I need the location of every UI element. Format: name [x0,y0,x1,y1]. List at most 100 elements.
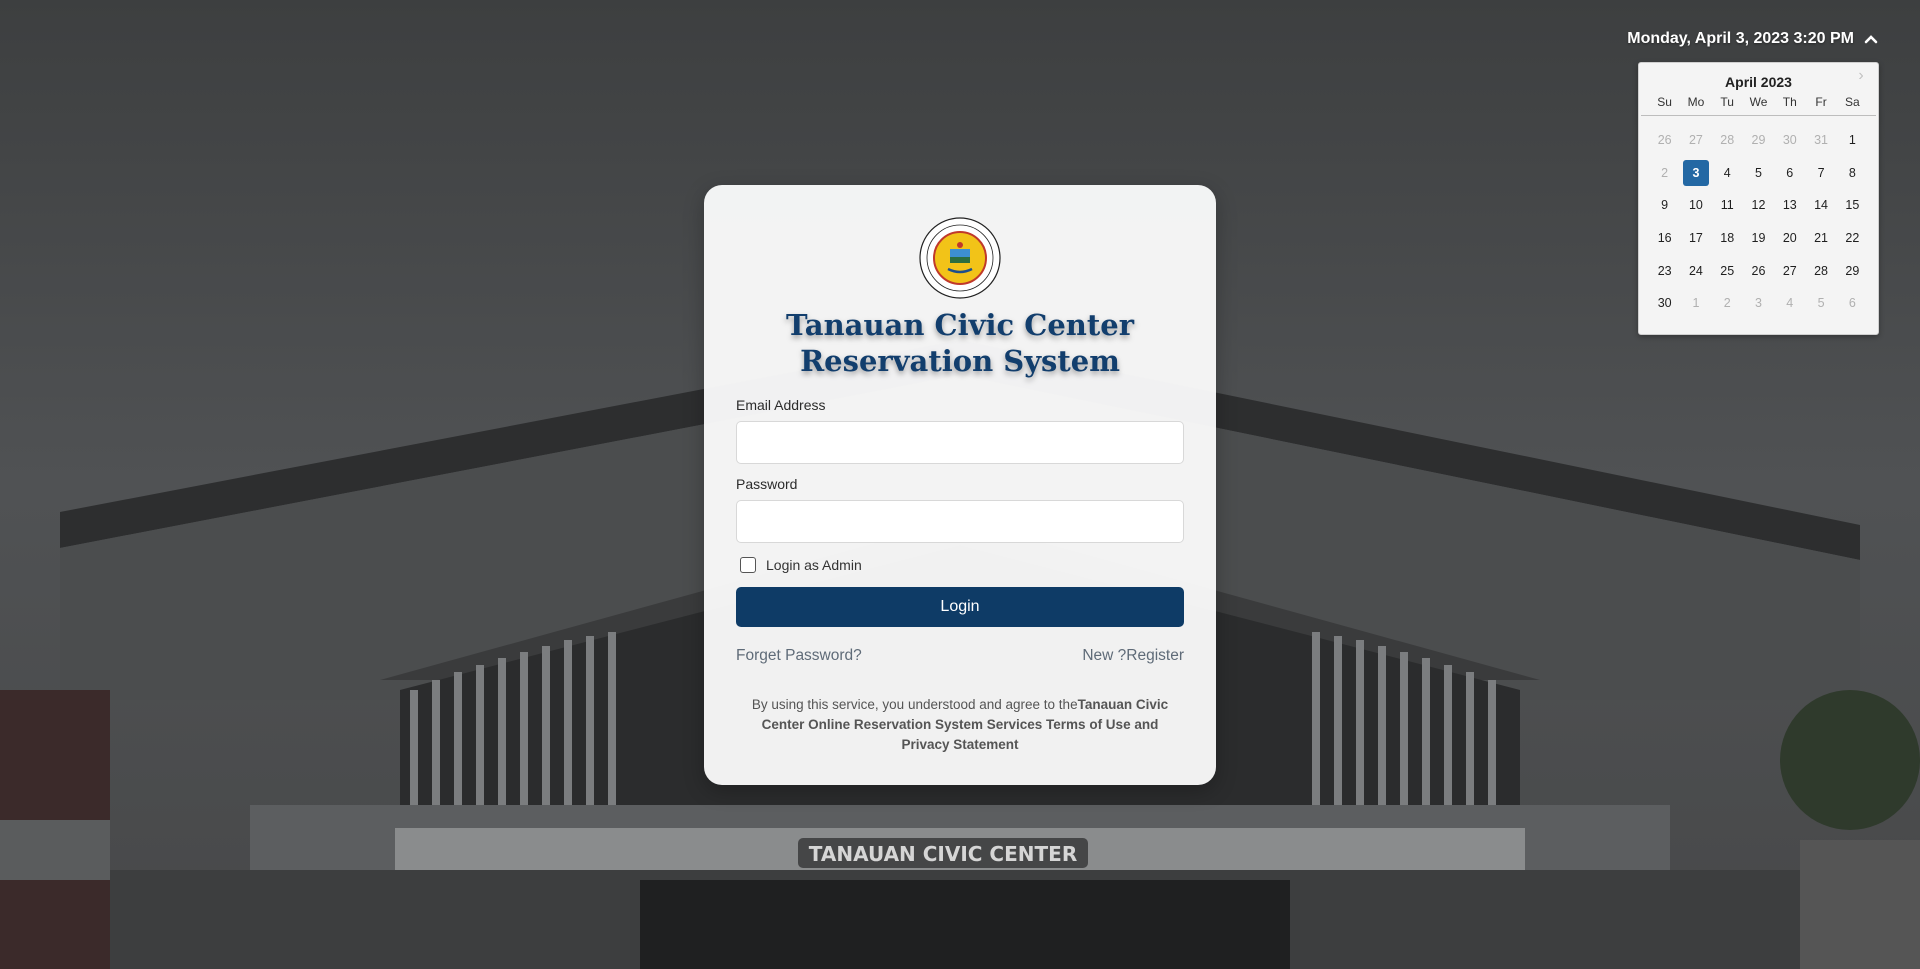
calendar-day[interactable]: 27 [1774,254,1805,287]
calendar-day[interactable]: 4 [1712,157,1743,190]
calendar-day-number: 24 [1688,263,1703,278]
calendar-day[interactable]: 22 [1837,222,1868,255]
login-button[interactable]: Login [736,587,1184,627]
calendar-day[interactable]: 23 [1649,254,1680,287]
calendar-grid: 26 27 28 29 30 31 1 2 3 4 5 6 7 8 9 10 11 12 13 14 15 16 17 18 1… [1639,116,1878,320]
chevron-right-icon[interactable]: › [1854,68,1868,84]
calendar-day-number: 26 [1751,263,1766,278]
calendar-day-number: 2 [1661,165,1669,180]
calendar-day-number: 1 [1848,133,1856,148]
calendar-day-number: 20 [1782,231,1797,246]
calendar-day[interactable]: 13 [1774,189,1805,222]
calendar-day[interactable]: 20 [1774,222,1805,255]
calendar-day-number: 31 [1814,133,1829,148]
calendar-popup: April 2023 › Su Mo Tu We Th Fr Sa 26 27 28 29 30 31… [1638,62,1879,335]
calendar-day-number: 9 [1661,198,1669,213]
calendar-day[interactable]: 19 [1743,222,1774,255]
password-label: Password [736,476,798,492]
calendar-day-number: 5 [1755,165,1762,180]
datetime-toggle[interactable]: Monday, April 3, 2023 3:20 PM [1627,30,1878,48]
weekday-label: Sa [1845,95,1860,109]
title-line-1: Tanauan Civic Center [786,308,1134,342]
calendar-day-number: 30 [1657,296,1672,311]
calendar-day-number: 27 [1688,133,1703,148]
calendar-day[interactable]: 31 [1805,124,1836,157]
calendar-day[interactable]: 17 [1680,222,1711,255]
calendar-day-number: 19 [1751,231,1766,246]
calendar-day-number: 6 [1786,165,1794,180]
svg-text:TANAUAN CIVIC CENTER: TANAUAN CIVIC CENTER [809,842,1077,866]
calendar-day[interactable]: 12 [1743,189,1774,222]
calendar-day[interactable]: 28 [1805,254,1836,287]
calendar-day-number: 18 [1720,231,1735,246]
calendar-day-number: 3 [1682,159,1709,186]
calendar-day[interactable]: 1 [1680,287,1711,320]
register-link[interactable]: New ?Register [1082,647,1184,665]
calendar-day[interactable]: 2 [1712,287,1743,320]
calendar-weekdays: Su Mo Tu We Th Fr Sa [1641,93,1876,116]
calendar-day-number: 10 [1688,198,1703,213]
calendar-day-number: 8 [1848,165,1856,180]
calendar-day-number: 4 [1786,296,1794,311]
calendar-day-number: 16 [1657,231,1672,246]
terms-prefix: By using this service, you understood an… [751,697,1078,712]
calendar-day[interactable]: 5 [1805,287,1836,320]
calendar-day-selected[interactable]: 3 [1680,157,1711,190]
calendar-day[interactable]: 15 [1837,189,1868,222]
title-line-2: Reservation System [800,344,1120,378]
calendar-day[interactable]: 16 [1649,222,1680,255]
calendar-day[interactable]: 14 [1805,189,1836,222]
email-field[interactable] [736,421,1184,464]
calendar-day[interactable]: 8 [1837,157,1868,190]
weekday-label: Tu [1720,95,1734,109]
calendar-day-number: 5 [1817,296,1825,311]
calendar-day[interactable]: 6 [1837,287,1868,320]
chevron-up-icon [1864,35,1878,44]
weekday-label: Mo [1687,95,1705,109]
calendar-day-number: 4 [1723,165,1731,180]
calendar-day[interactable]: 4 [1774,287,1805,320]
calendar-day-number: 15 [1845,198,1860,213]
calendar-day[interactable]: 30 [1649,287,1680,320]
calendar-day-number: 14 [1814,198,1829,213]
calendar-day[interactable]: 3 [1743,287,1774,320]
calendar-day-number: 2 [1723,296,1731,311]
calendar-day-number: 12 [1751,198,1766,213]
calendar-day[interactable]: 10 [1680,189,1711,222]
calendar-day[interactable]: 27 [1680,124,1711,157]
calendar-day[interactable]: 26 [1649,124,1680,157]
calendar-day-number: 13 [1782,198,1797,213]
calendar-day[interactable]: 25 [1712,254,1743,287]
calendar-day-number: 29 [1845,263,1860,278]
calendar-day[interactable]: 28 [1712,124,1743,157]
password-field[interactable] [736,500,1184,543]
admin-checkbox[interactable] [740,557,756,573]
calendar-day-number: 29 [1751,133,1766,148]
admin-checkbox-row: Login as Admin [736,557,1184,573]
auth-links: Forget Password? New ?Register [736,647,1184,665]
calendar-day[interactable]: 24 [1680,254,1711,287]
admin-checkbox-label[interactable]: Login as Admin [766,557,862,573]
calendar-day[interactable]: 5 [1743,157,1774,190]
calendar-day-number: 11 [1720,198,1734,213]
calendar-day[interactable]: 26 [1743,254,1774,287]
calendar-day[interactable]: 7 [1805,157,1836,190]
weekday-label: Fr [1815,95,1827,109]
calendar-day[interactable]: 6 [1774,157,1805,190]
calendar-day-number: 3 [1755,296,1762,311]
municipal-seal-icon [919,217,1001,299]
calendar-day[interactable]: 1 [1837,124,1868,157]
calendar-day[interactable]: 11 [1712,189,1743,222]
forgot-password-link[interactable]: Forget Password? [736,647,862,665]
calendar-day-number: 25 [1720,263,1735,278]
calendar-day[interactable]: 9 [1649,189,1680,222]
weekday-label: Th [1782,95,1797,109]
weekday-label: Su [1657,95,1672,109]
calendar-day-number: 22 [1845,231,1860,246]
calendar-day[interactable]: 30 [1774,124,1805,157]
calendar-day[interactable]: 29 [1743,124,1774,157]
calendar-day[interactable]: 18 [1712,222,1743,255]
calendar-day[interactable]: 2 [1649,157,1680,190]
calendar-day[interactable]: 29 [1837,254,1868,287]
calendar-day[interactable]: 21 [1805,222,1836,255]
